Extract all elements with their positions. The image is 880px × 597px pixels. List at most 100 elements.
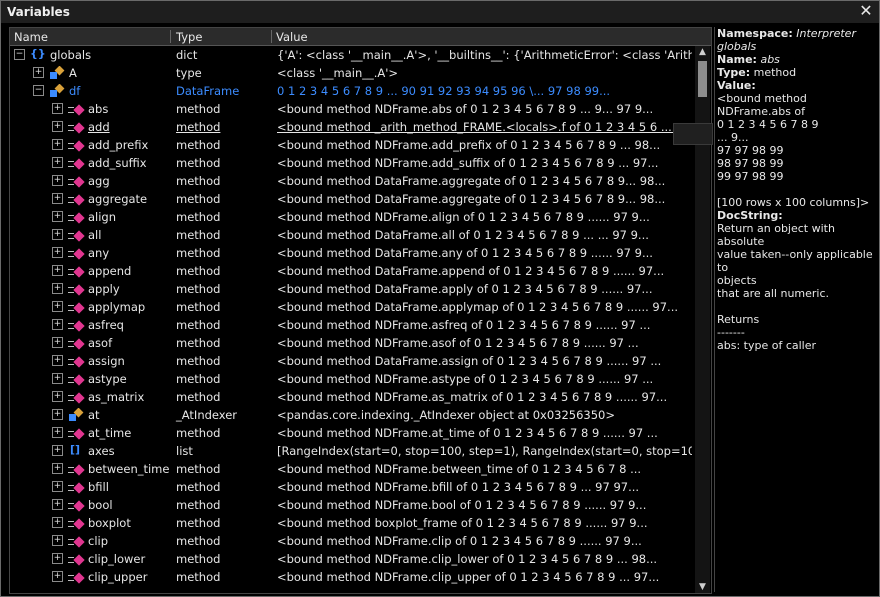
tree-row[interactable]: + clip_lower method <bound method NDFrame.c… [10, 550, 694, 568]
tree-row[interactable]: + asof method <bound method NDFrame.asof of… [10, 334, 694, 352]
tree-row[interactable]: + abs method <bound method NDFrame.abs of 0… [10, 100, 694, 118]
expand-icon[interactable]: + [52, 535, 63, 546]
tree-row[interactable]: + apply method <bound method DataFrame.appl… [10, 280, 694, 298]
row-name: as_matrix [88, 390, 145, 404]
tree-row[interactable]: + any method <bound method DataFrame.any of… [10, 244, 694, 262]
expand-icon[interactable]: + [52, 481, 63, 492]
expand-icon[interactable]: + [52, 571, 63, 582]
row-value: <bound method DataFrame.any of 0 1 2 3 4… [277, 246, 653, 260]
row-name: abs [88, 102, 109, 116]
row-name: A [69, 66, 77, 80]
expand-icon[interactable]: + [52, 193, 63, 204]
expand-icon[interactable]: + [52, 427, 63, 438]
row-name: agg [88, 174, 110, 188]
tree-row[interactable]: + Atype <class '__main__.A'> [10, 64, 694, 82]
expand-icon[interactable]: + [52, 211, 63, 222]
window-title: Variables [7, 5, 70, 19]
expand-icon[interactable]: + [52, 265, 63, 276]
tree-row[interactable]: + bool method <bound method NDFrame.bool of… [10, 496, 694, 514]
tree-row[interactable]: + between_time method <bound method NDFrame… [10, 460, 694, 478]
expand-icon[interactable]: + [52, 463, 63, 474]
row-value: <bound method NDFrame.clip_lower of 0 1 … [277, 552, 658, 566]
row-name: bfill [88, 480, 109, 494]
class-icon [49, 65, 65, 80]
row-name: clip_lower [88, 552, 146, 566]
class-icon [49, 83, 65, 98]
tree-row[interactable]: + bfill method <bound method NDFrame.bfill … [10, 478, 694, 496]
row-value: <bound method NDFrame.as_matrix of 0 1 2… [277, 390, 668, 404]
expand-icon[interactable]: + [52, 283, 63, 294]
expand-icon[interactable]: + [52, 373, 63, 384]
scrollbar-thumb[interactable] [698, 61, 707, 97]
tree-row[interactable]: + boxplot method <bound method boxplot_fram… [10, 514, 694, 532]
value-line: 97 97 98 99 [717, 144, 784, 157]
row-name: axes [88, 444, 115, 458]
expand-icon[interactable]: + [52, 337, 63, 348]
row-type: method [176, 354, 221, 368]
collapse-icon[interactable]: − [33, 85, 44, 96]
expand-icon[interactable]: + [52, 103, 63, 114]
value-line: 0 1 2 3 4 5 6 7 8 9 [717, 118, 819, 131]
expand-icon[interactable]: + [52, 139, 63, 150]
expand-icon[interactable]: + [52, 517, 63, 528]
method-icon [68, 246, 85, 260]
row-type: method [176, 516, 221, 530]
method-icon [68, 156, 85, 170]
row-type: method [176, 138, 221, 152]
expand-icon[interactable]: + [52, 553, 63, 564]
tree-row[interactable]: + [] axes list [RangeIndex(start=0, stop=100… [10, 442, 694, 460]
method-icon [68, 282, 85, 296]
method-icon [68, 228, 85, 242]
tree-row[interactable]: + align method <bound method NDFrame.align … [10, 208, 694, 226]
close-icon[interactable]: ✕ [857, 2, 875, 20]
expand-icon[interactable]: + [52, 319, 63, 330]
row-name: applymap [88, 300, 146, 314]
row-type: list [176, 444, 193, 458]
row-value: <bound method DataFrame.all of 0 1 2 3 4… [277, 228, 649, 242]
row-name: asof [88, 336, 113, 350]
expand-icon[interactable]: + [52, 391, 63, 402]
expand-icon[interactable]: + [52, 121, 63, 132]
column-value-header[interactable]: Value [276, 30, 308, 44]
tree-row[interactable]: + add_suffix method <bound method NDFrame.a… [10, 154, 694, 172]
tree-row[interactable]: + applymap method <bound method DataFrame.a… [10, 298, 694, 316]
tree-row[interactable]: + append method <bound method DataFrame.app… [10, 262, 694, 280]
tree-row[interactable]: + clip_upper method <bound method NDFrame.c… [10, 568, 694, 586]
tree-row[interactable]: + astype method <bound method NDFrame.astyp… [10, 370, 694, 388]
row-name: df [69, 84, 81, 98]
row-name: apply [88, 282, 120, 296]
expand-icon[interactable]: + [52, 445, 63, 456]
expand-icon[interactable]: + [52, 247, 63, 258]
tree-row[interactable]: + add_prefix method <bound method NDFrame.a… [10, 136, 694, 154]
expand-icon[interactable]: + [33, 67, 44, 78]
tree-row[interactable]: + at_time method <bound method NDFrame.at_t… [10, 424, 694, 442]
tree-row[interactable]: −{} globals dict {'A': <class '__main__.A'>… [10, 46, 694, 64]
expand-icon[interactable]: + [52, 499, 63, 510]
tree-row[interactable]: + agg method <bound method DataFrame.aggreg… [10, 172, 694, 190]
expand-icon[interactable]: + [52, 229, 63, 240]
expand-icon[interactable]: + [52, 157, 63, 168]
collapse-icon[interactable]: − [14, 49, 25, 60]
tree-row[interactable]: + add method <bound method _arith_method_FR… [10, 118, 694, 136]
expand-icon[interactable]: + [52, 301, 63, 312]
tree-row[interactable]: + clip method <bound method NDFrame.clip of… [10, 532, 694, 550]
row-name: at_time [88, 426, 132, 440]
expand-icon[interactable]: + [52, 355, 63, 366]
column-type-header[interactable]: Type [176, 30, 202, 44]
row-type: DataFrame [176, 84, 240, 98]
tree-row[interactable]: + at _AtIndexer <pandas.core.indexing._AtIn… [10, 406, 694, 424]
row-value: <bound method NDFrame.bool of 0 1 2 3 4 … [277, 498, 647, 512]
tree-row[interactable]: + assign method <bound method DataFrame.ass… [10, 352, 694, 370]
method-icon [68, 192, 85, 206]
row-value: <bound method NDFrame.add_suffix of 0 1 … [277, 156, 659, 170]
column-name-header[interactable]: Name [14, 30, 48, 44]
tree-row[interactable]: + as_matrix method <bound method NDFrame.as… [10, 388, 694, 406]
tree-row[interactable]: + asfreq method <bound method NDFrame.asfre… [10, 316, 694, 334]
expand-icon[interactable]: + [52, 175, 63, 186]
tree-row[interactable]: + all method <bound method DataFrame.all of… [10, 226, 694, 244]
expand-icon[interactable]: + [52, 409, 63, 420]
scroll-down-icon[interactable]: ▼ [695, 581, 710, 593]
scroll-up-icon[interactable]: ▲ [695, 46, 710, 58]
tree-row[interactable]: − df DataFrame 0 1 2 3 4 5 6 7 8 9 ... 90 9… [10, 82, 694, 100]
tree-row[interactable]: + aggregate method <bound method DataFrame.… [10, 190, 694, 208]
